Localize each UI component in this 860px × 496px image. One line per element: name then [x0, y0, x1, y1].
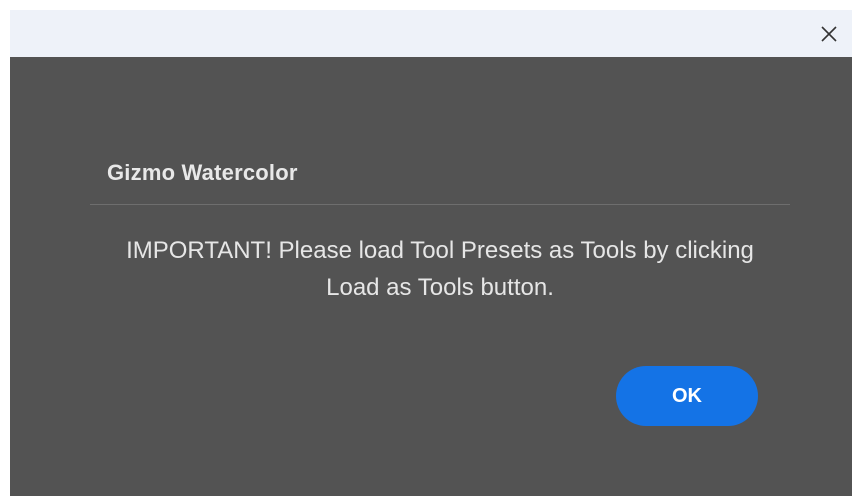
close-icon	[821, 25, 837, 42]
ok-button[interactable]: OK	[616, 366, 758, 426]
title-divider	[90, 204, 790, 205]
dialog-window: Gizmo Watercolor IMPORTANT! Please load …	[10, 10, 852, 496]
dialog-title: Gizmo Watercolor	[107, 160, 298, 185]
close-button[interactable]	[806, 10, 852, 57]
dialog-content: Gizmo Watercolor IMPORTANT! Please load …	[10, 57, 852, 496]
dialog-message: IMPORTANT! Please load Tool Presets as T…	[126, 237, 754, 301]
title-bar	[10, 10, 852, 57]
